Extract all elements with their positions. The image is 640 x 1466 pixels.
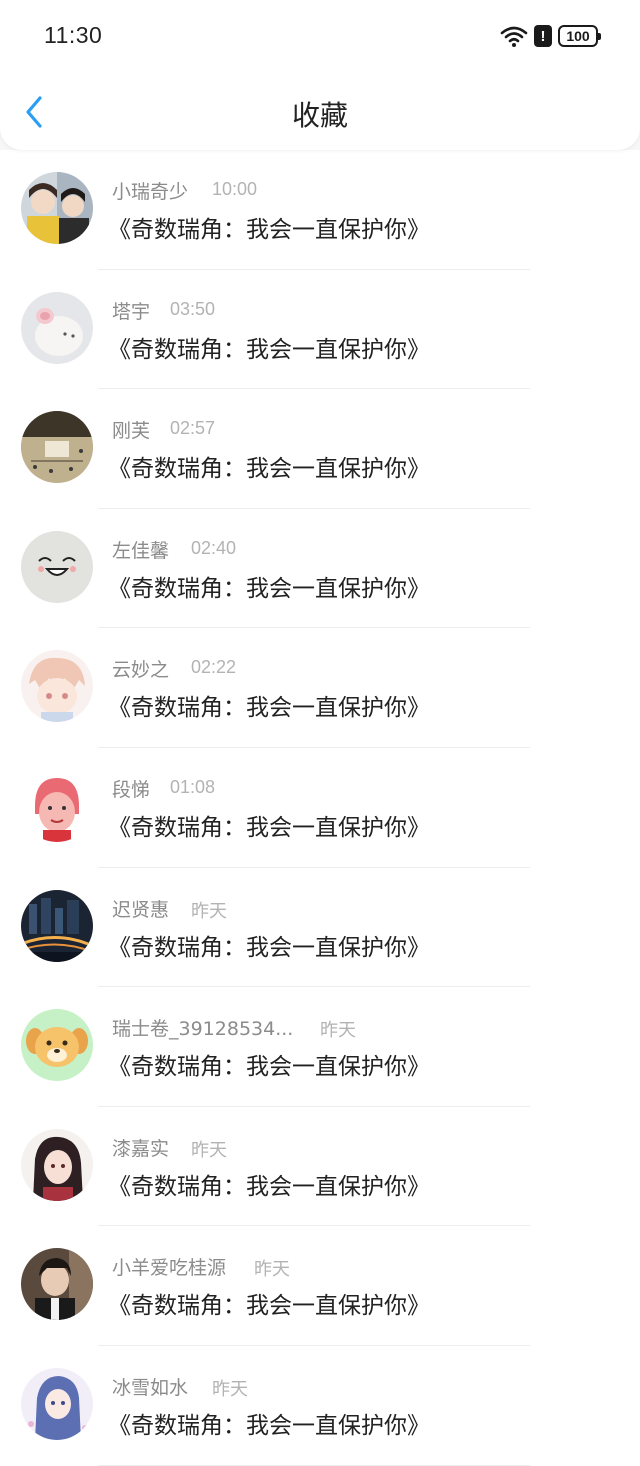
avatar[interactable] [21, 411, 93, 484]
smile-face-drawing-icon [21, 530, 93, 603]
post-time: 昨天 [212, 1378, 248, 1399]
post-time: 02:22 [191, 657, 237, 678]
anime-princess-drawing-icon [21, 1367, 93, 1440]
avatar[interactable] [21, 530, 93, 603]
avatar[interactable] [21, 1248, 93, 1321]
post-title: 《奇数瑞角：我会一直保护你》 [108, 1412, 430, 1439]
user-name: 冰雪如水 [112, 1376, 189, 1399]
battery-level: 100 [566, 28, 590, 44]
anime-boy-drawing-icon [21, 650, 93, 723]
user-name: 塔宇 [112, 300, 151, 323]
favorites-list: 小瑞奇少 10:00 《奇数瑞角：我会一直保护你》 塔宇 03:50 《奇数瑞角… [0, 150, 640, 1466]
post-title: 《奇数瑞角：我会一直保护你》 [108, 1173, 430, 1200]
list-item[interactable]: 迟贤惠 昨天 《奇数瑞角：我会一直保护你》 [0, 867, 640, 988]
post-time: 昨天 [320, 1020, 356, 1041]
plush-pig-photo-icon [21, 291, 93, 364]
user-name: 瑞士卷_39128534... [112, 1018, 294, 1041]
post-title: 《奇数瑞角：我会一直保护你》 [108, 217, 430, 243]
post-time: 昨天 [254, 1259, 290, 1280]
avatar[interactable] [21, 1367, 93, 1440]
post-time: 02:40 [191, 537, 237, 558]
user-name: 漆嘉实 [112, 1137, 170, 1160]
cartoon-grandma-drawing-icon [21, 769, 93, 842]
list-item[interactable]: 段悌 01:08 《奇数瑞角：我会一直保护你》 [0, 747, 640, 868]
header: 11:30 ! 100 收藏 [0, 0, 640, 150]
post-title: 《奇数瑞角：我会一直保护你》 [108, 1054, 430, 1081]
post-title: 《奇数瑞角：我会一直保护你》 [108, 934, 430, 961]
page-title: 收藏 [291, 99, 348, 132]
avatar[interactable] [21, 1128, 93, 1201]
status-bar: 11:30 ! 100 [0, 0, 640, 72]
two-boys-photo-icon [21, 172, 93, 244]
post-time: 10:00 [212, 179, 258, 199]
post-title: 《奇数瑞角：我会一直保护你》 [108, 695, 430, 722]
list-item[interactable]: 云妙之 02:22 《奇数瑞角：我会一直保护你》 [0, 628, 640, 748]
post-title: 《奇数瑞角：我会一直保护你》 [108, 336, 430, 363]
list-item[interactable]: 瑞士卷_39128534... 昨天 《奇数瑞角：我会一直保护你》 [0, 987, 640, 1107]
post-title: 《奇数瑞角：我会一直保护你》 [108, 1293, 430, 1320]
avatar[interactable] [21, 650, 93, 723]
post-time: 昨天 [191, 900, 227, 921]
alert-icon: ! [534, 25, 552, 47]
list-item[interactable]: 刚芙 02:57 《奇数瑞角：我会一直保护你》 [0, 389, 640, 509]
user-name: 小羊爱吃桂源 [112, 1257, 227, 1280]
user-name: 迟贤惠 [112, 898, 170, 921]
status-time: 11:30 [44, 22, 103, 48]
post-title: 《奇数瑞角：我会一直保护你》 [108, 456, 430, 483]
avatar[interactable] [21, 291, 93, 364]
nav-bar: 收藏 [0, 72, 640, 150]
user-name: 刚芙 [112, 420, 151, 443]
post-time: 昨天 [191, 1139, 227, 1160]
user-name: 段悌 [112, 778, 151, 801]
list-item[interactable]: 小羊爱吃桂源 昨天 《奇数瑞角：我会一直保护你》 [0, 1226, 640, 1346]
battery-icon: 100 [558, 25, 601, 47]
avatar[interactable] [21, 172, 93, 244]
post-time: 03:50 [170, 298, 216, 319]
anime-girl-drawing-icon [21, 1128, 93, 1201]
post-time: 02:57 [170, 418, 216, 439]
divider [98, 1464, 530, 1466]
user-name: 云妙之 [112, 659, 170, 682]
list-item[interactable]: 小瑞奇少 10:00 《奇数瑞角：我会一直保护你》 [0, 150, 640, 270]
list-item[interactable]: 塔宇 03:50 《奇数瑞角：我会一直保护你》 [0, 269, 640, 390]
list-item[interactable]: 漆嘉实 昨天 《奇数瑞角：我会一直保护你》 [0, 1106, 640, 1227]
boy-portrait-photo-icon [21, 1248, 93, 1321]
post-title: 《奇数瑞角：我会一直保护你》 [108, 575, 430, 602]
avatar[interactable] [21, 1009, 93, 1082]
crossroad-photo-icon [21, 411, 93, 484]
city-night-photo-icon [21, 889, 93, 962]
status-icons: ! 100 [500, 24, 601, 48]
list-item[interactable]: 冰雪如水 昨天 《奇数瑞角：我会一直保护你》 [0, 1345, 640, 1466]
avatar[interactable] [21, 889, 93, 962]
cartoon-dog-drawing-icon [21, 1009, 93, 1082]
avatar[interactable] [21, 769, 93, 842]
post-title: 《奇数瑞角：我会一直保护你》 [108, 814, 430, 841]
list-item[interactable]: 左佳馨 02:40 《奇数瑞角：我会一直保护你》 [0, 508, 640, 629]
user-name: 左佳馨 [112, 539, 170, 562]
user-name: 小瑞奇少 [112, 181, 189, 203]
wifi-icon [500, 26, 528, 47]
post-time: 01:08 [170, 776, 216, 797]
